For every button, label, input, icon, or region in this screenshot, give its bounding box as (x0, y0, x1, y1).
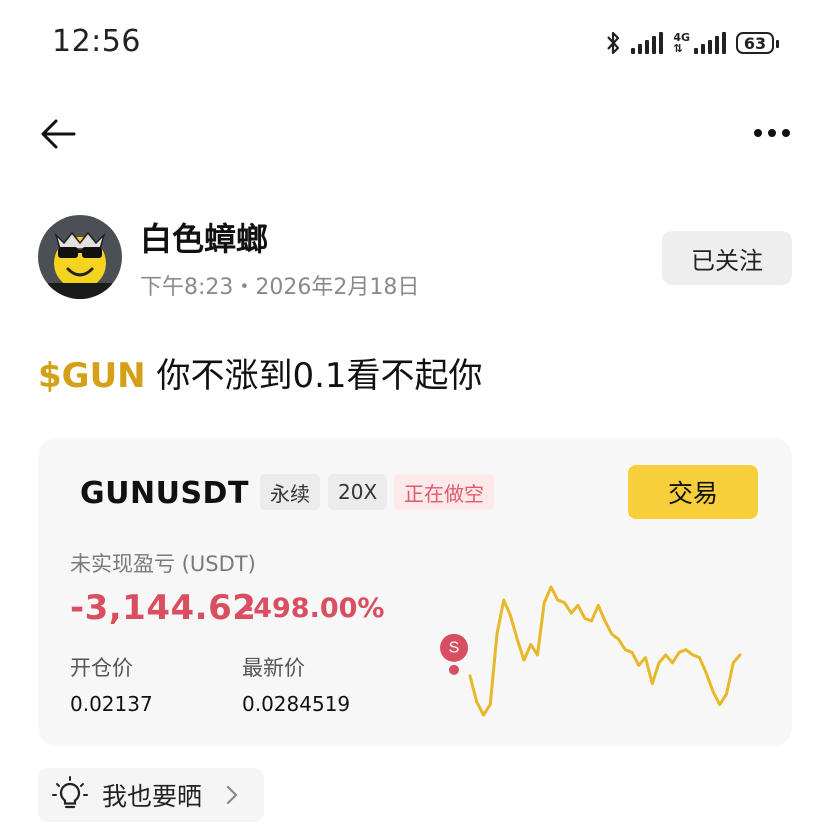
more-options-icon[interactable] (752, 118, 792, 148)
trading-pair: GUNUSDT (80, 476, 249, 511)
post-timestamp: 下午8:23・2026年2月18日 (140, 275, 420, 300)
following-button[interactable]: 已关注 (662, 231, 792, 285)
avatar-image (48, 231, 112, 299)
share-button[interactable]: 我也要晒 (38, 768, 264, 822)
signal-icon (631, 32, 664, 54)
network-type: 4G ⇅ (673, 31, 690, 55)
post-body: 你不涨到0.1看不起你 (145, 356, 483, 396)
last-price-value: 0.0284519 (242, 692, 351, 716)
pnl-amount: -3,144.62 (70, 588, 257, 628)
open-price-label: 开仓价 (70, 656, 133, 680)
leverage-tag: 20X (328, 474, 388, 510)
signal-icon-2 (694, 32, 726, 54)
avatar[interactable] (38, 215, 122, 299)
lightbulb-icon (52, 776, 88, 809)
short-marker-label: S (449, 639, 460, 656)
open-price-value: 0.02137 (70, 692, 153, 716)
entry-point (449, 664, 459, 675)
price-line (468, 585, 742, 717)
bluetooth-icon (607, 31, 620, 55)
post-text: $GUN 你不涨到0.1看不起你 (38, 348, 483, 397)
last-price-label: 最新价 (242, 656, 305, 680)
chevron-right-icon (226, 785, 238, 805)
trade-button[interactable]: 交易 (628, 465, 758, 519)
short-status-tag: 正在做空 (394, 474, 494, 510)
back-arrow-icon[interactable] (38, 114, 78, 154)
share-label: 我也要晒 (102, 782, 203, 811)
contract-type-tag: 永续 (260, 474, 320, 510)
battery-icon: 63 (736, 32, 779, 54)
price-sparkline-chart: S (440, 585, 742, 717)
author-name[interactable]: 白色蟑螂 (140, 214, 268, 260)
pnl-percent: -498.00% (242, 593, 385, 624)
pnl-label: 未实现盈亏 (USDT) (70, 552, 256, 576)
status-icons: 4G ⇅ 63 (605, 28, 779, 58)
ticker-link[interactable]: $GUN (38, 356, 146, 396)
status-time: 12:56 (52, 24, 141, 59)
